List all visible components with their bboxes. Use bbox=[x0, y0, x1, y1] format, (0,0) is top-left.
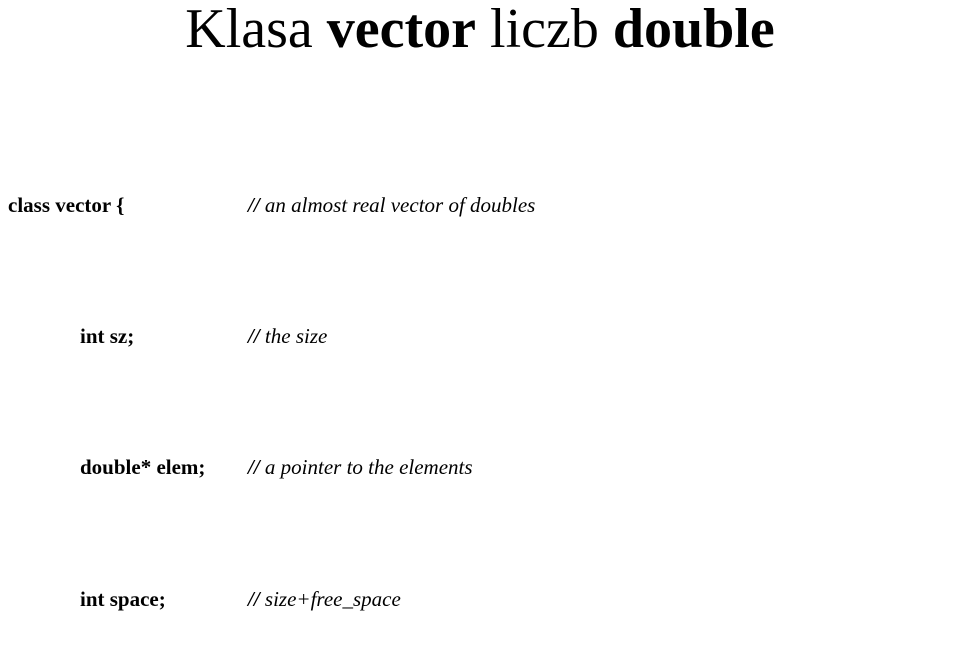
comment-slash: // bbox=[248, 324, 265, 348]
code-line: class vector { // an almost real vector … bbox=[8, 192, 952, 218]
slide-title: Klasa vector liczb double bbox=[8, 0, 952, 59]
comment-text: size+free_space bbox=[265, 587, 401, 611]
comment-text: the size bbox=[265, 324, 327, 348]
code-text: class vector { bbox=[8, 192, 248, 218]
title-word-1: Klasa bbox=[185, 0, 327, 60]
code-block: class vector { // an almost real vector … bbox=[8, 87, 952, 650]
comment-text: an almost real vector of doubles bbox=[265, 193, 535, 217]
title-word-4: double bbox=[613, 0, 775, 60]
comment-slash: // bbox=[248, 587, 265, 611]
title-word-2: vector bbox=[327, 0, 476, 60]
code-line: double* elem; // a pointer to the elemen… bbox=[8, 454, 952, 480]
code-text: double* elem; bbox=[8, 454, 205, 480]
comment-slash: // bbox=[248, 193, 265, 217]
comment-text: a pointer to the elements bbox=[265, 455, 473, 479]
comment-slash: // bbox=[248, 455, 265, 479]
title-word-3: liczb bbox=[476, 0, 613, 60]
code-text: int space; bbox=[8, 586, 166, 612]
code-text: int sz; bbox=[8, 323, 134, 349]
slide: Klasa vector liczb double class vector {… bbox=[0, 0, 960, 650]
code-line: int sz; // the size bbox=[8, 323, 952, 349]
code-line: int space; // size+free_space bbox=[8, 586, 952, 612]
